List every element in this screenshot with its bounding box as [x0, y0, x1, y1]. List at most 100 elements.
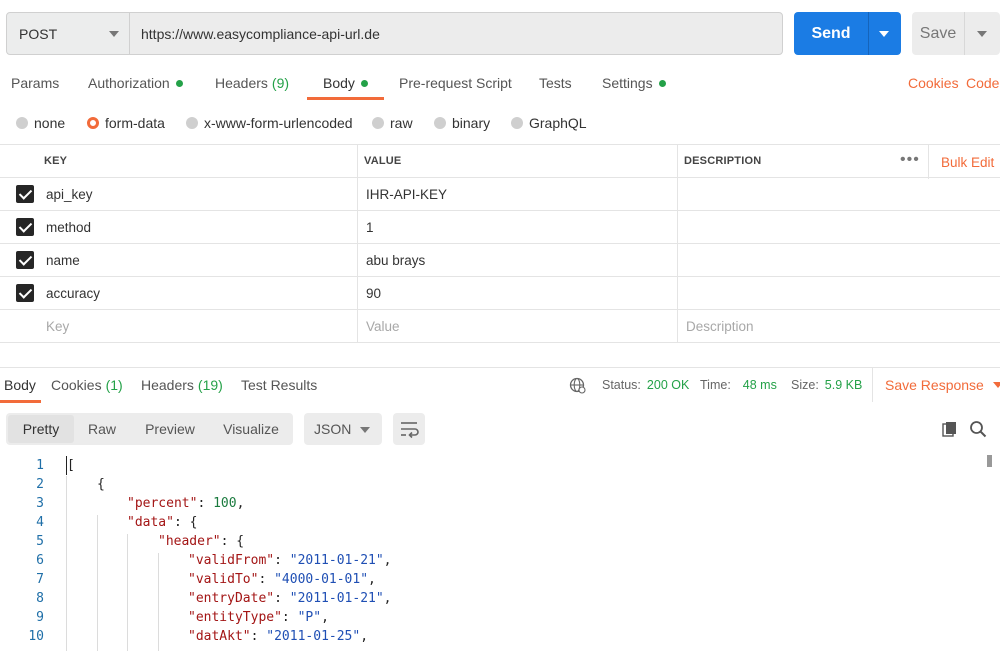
- url-input[interactable]: https://www.easycompliance-api-url.de: [129, 12, 783, 55]
- status-indicator: Status: 200 OK: [602, 368, 689, 402]
- tab-headers[interactable]: Headers (9): [215, 66, 289, 100]
- row-value[interactable]: abu brays: [366, 244, 425, 276]
- chevron-down-icon: [360, 427, 370, 433]
- size-value: 5.9 KB: [824, 378, 863, 392]
- status-value: 200 OK: [646, 378, 690, 392]
- line-number: 7: [36, 572, 44, 587]
- json-punct: ,: [383, 553, 392, 568]
- radio-icon: [434, 117, 446, 129]
- view-mode-raw[interactable]: Raw: [76, 415, 128, 443]
- table-row: name abu brays: [0, 244, 1000, 277]
- response-code-view[interactable]: 1 [ 2 { 3 "percent": 100, 4 "data": { 5 …: [0, 455, 1000, 651]
- tab-tests-label: Tests: [539, 75, 572, 91]
- line-number: 4: [36, 515, 44, 530]
- format-select[interactable]: JSON: [304, 413, 382, 445]
- view-mode-pretty[interactable]: Pretty: [8, 415, 74, 443]
- table-row-empty: Key Value Description: [0, 310, 1000, 343]
- row-value[interactable]: 1: [366, 211, 374, 243]
- code-text: {: [97, 477, 105, 492]
- save-options-chevron-icon[interactable]: [977, 31, 987, 37]
- active-tab-indicator: [307, 97, 384, 100]
- send-divider: [868, 12, 869, 55]
- response-tab-cookies[interactable]: Cookies (1): [51, 368, 123, 402]
- radio-none[interactable]: none: [16, 112, 65, 134]
- json-string: "P": [297, 610, 322, 625]
- radio-graphql[interactable]: GraphQL: [511, 112, 587, 134]
- line-number: 5: [36, 534, 44, 549]
- response-headers-count: (19): [197, 377, 223, 393]
- tab-settings[interactable]: Settings: [602, 66, 666, 100]
- column-divider: [357, 277, 358, 309]
- row-checkbox[interactable]: [16, 284, 34, 302]
- send-button[interactable]: Send: [794, 12, 901, 55]
- tab-tests[interactable]: Tests: [539, 66, 572, 100]
- copy-icon[interactable]: [942, 421, 958, 437]
- code-text: "entryDate": "2011-01-21",: [188, 591, 392, 606]
- json-key: "entryDate": [188, 591, 275, 606]
- tab-params[interactable]: Params: [11, 66, 59, 100]
- search-icon[interactable]: [969, 420, 987, 438]
- column-divider: [357, 145, 358, 177]
- code-text: [: [66, 456, 75, 476]
- row-key[interactable]: accuracy: [46, 277, 100, 309]
- radio-urlencoded[interactable]: x-www-form-urlencoded: [186, 112, 353, 134]
- response-tab-body[interactable]: Body: [4, 368, 36, 402]
- save-response-button[interactable]: Save Response: [872, 368, 1000, 402]
- chevron-down-icon: [992, 382, 1000, 388]
- view-mode-preview[interactable]: Preview: [130, 415, 210, 443]
- radio-form-data-label: form-data: [105, 115, 165, 131]
- tab-body[interactable]: Body: [323, 66, 368, 100]
- code-link[interactable]: Code: [966, 66, 999, 100]
- view-mode-visualize[interactable]: Visualize: [212, 415, 290, 443]
- radio-icon: [511, 117, 523, 129]
- status-dot-icon: [360, 79, 368, 87]
- radio-raw[interactable]: raw: [372, 112, 413, 134]
- bulk-edit-link[interactable]: Bulk Edit: [928, 145, 994, 179]
- response-tab-test-results[interactable]: Test Results: [241, 368, 317, 402]
- more-options-icon[interactable]: •••: [900, 152, 920, 168]
- send-options-chevron-icon[interactable]: [879, 31, 889, 37]
- row-key[interactable]: method: [46, 211, 91, 243]
- cookies-link[interactable]: Cookies: [908, 66, 959, 100]
- json-key: "header": [158, 534, 221, 549]
- line-number: 9: [36, 610, 44, 625]
- column-divider: [357, 310, 358, 342]
- tab-prerequest-script[interactable]: Pre-request Script: [399, 66, 512, 100]
- code-line: 1 [: [0, 456, 990, 476]
- send-label: Send: [811, 24, 851, 42]
- radio-form-data[interactable]: form-data: [87, 112, 165, 134]
- code-text: "validFrom": "2011-01-21",: [188, 553, 392, 568]
- wrap-lines-button[interactable]: [393, 413, 425, 445]
- row-value[interactable]: 90: [366, 277, 381, 309]
- save-button[interactable]: Save: [912, 12, 1000, 55]
- column-divider: [677, 244, 678, 276]
- size-indicator: Size: 5.9 KB: [791, 368, 862, 402]
- json-number: 100: [213, 496, 237, 511]
- description-input[interactable]: Description: [686, 310, 754, 342]
- row-checkbox[interactable]: [16, 218, 34, 236]
- method-select[interactable]: POST: [6, 12, 130, 55]
- json-key: "data": [127, 515, 174, 530]
- value-input[interactable]: Value: [366, 310, 400, 342]
- globe-icon[interactable]: [569, 377, 586, 394]
- tab-authorization[interactable]: Authorization: [88, 66, 183, 100]
- row-key[interactable]: name: [46, 244, 80, 276]
- code-scrollbar[interactable]: [987, 455, 992, 467]
- key-input[interactable]: Key: [46, 310, 69, 342]
- json-string: "2011-01-25": [266, 629, 361, 644]
- row-checkbox[interactable]: [16, 251, 34, 269]
- row-key[interactable]: api_key: [46, 178, 93, 210]
- row-value[interactable]: IHR-API-KEY: [366, 178, 447, 210]
- response-tab-headers[interactable]: Headers (19): [141, 368, 223, 402]
- tab-headers-label: Headers: [215, 75, 268, 91]
- radio-binary[interactable]: binary: [434, 112, 490, 134]
- time-value: 48 ms: [742, 378, 777, 392]
- size-label: Size:: [791, 378, 819, 392]
- radio-selected-icon: [87, 117, 99, 129]
- line-number: 2: [36, 477, 44, 492]
- format-value: JSON: [314, 421, 352, 437]
- row-checkbox[interactable]: [16, 185, 34, 203]
- code-line: 7 "validTo": "4000-01-01",: [0, 570, 990, 589]
- tab-body-label: Body: [323, 75, 355, 91]
- save-response-label: Save Response: [885, 377, 984, 393]
